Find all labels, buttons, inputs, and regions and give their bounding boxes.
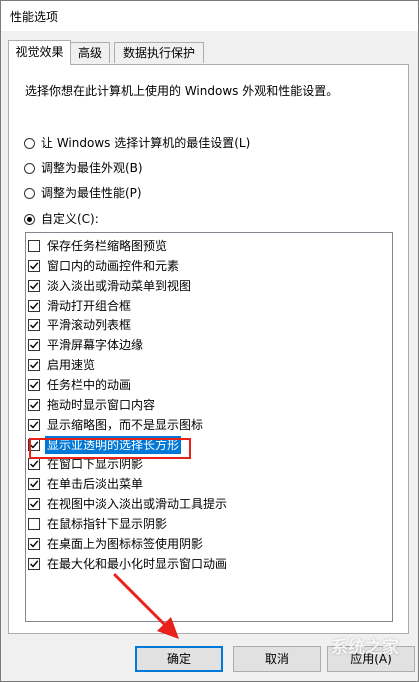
effect-label: 显示亚透明的选择长方形	[45, 435, 182, 454]
effect-item[interactable]: 平滑滚动列表框	[28, 316, 133, 334]
effect-item[interactable]: 平滑屏幕字体边缘	[28, 336, 145, 354]
checkbox[interactable]	[28, 279, 40, 292]
effect-label: 在鼠标指针下显示阴影	[47, 516, 168, 531]
effect-label: 在最大化和最小化时显示窗口动画	[47, 556, 228, 571]
window-title: 性能选项	[10, 10, 59, 24]
checkmark-icon	[30, 480, 39, 488]
effect-item[interactable]: 拖动时显示窗口内容	[28, 396, 157, 414]
effect-label: 淡入淡出或滑动菜单到视图	[47, 278, 192, 293]
checkbox[interactable]	[28, 418, 40, 431]
radio-button[interactable]	[24, 213, 35, 225]
checkbox[interactable]	[28, 378, 40, 391]
checkmark-icon	[30, 282, 39, 290]
checkbox[interactable]	[28, 359, 40, 372]
effect-item[interactable]: 在桌面上为图标标签使用阴影	[28, 535, 205, 553]
radio-custom[interactable]: 自定义(C):	[24, 210, 99, 228]
radio-label: 调整为最佳性能(P)	[41, 186, 142, 200]
effect-label: 在视图中淡入淡出或滑动工具提示	[47, 497, 228, 512]
checkbox[interactable]	[28, 517, 40, 530]
radio-label: 自定义(C):	[41, 212, 99, 226]
effect-label: 平滑滚动列表框	[47, 318, 132, 333]
radio-best-appearance[interactable]: 调整为最佳外观(B)	[24, 159, 143, 177]
checkmark-icon	[30, 321, 39, 329]
checkmark-icon	[30, 500, 39, 508]
checkbox[interactable]	[28, 319, 40, 332]
tab-advanced[interactable]: 高级	[70, 42, 110, 63]
effect-label: 显示缩略图，而不是显示图标	[47, 417, 204, 432]
radio-button[interactable]	[24, 137, 35, 149]
effect-label: 任务栏中的动画	[47, 377, 132, 392]
effect-label: 在窗口下显示阴影	[47, 457, 144, 472]
checkmark-icon	[30, 361, 39, 369]
checkmark-icon	[30, 401, 39, 409]
effect-label: 启用速览	[47, 358, 96, 373]
watermark-logo: 系统之家	[331, 637, 417, 681]
effect-item[interactable]: 窗口内的动画控件和元素	[28, 257, 181, 275]
tab-visual-effects[interactable]: 视觉效果	[8, 40, 71, 65]
effect-item[interactable]: 在鼠标指针下显示阴影	[28, 515, 169, 533]
checkmark-icon	[30, 540, 39, 548]
checkbox[interactable]	[28, 339, 40, 352]
checkbox[interactable]	[28, 240, 40, 252]
effect-label: 在单击后淡出菜单	[47, 477, 144, 492]
effect-item[interactable]: 在视图中淡入淡出或滑动工具提示	[28, 495, 229, 513]
checkbox[interactable]	[28, 557, 40, 570]
checkmark-icon	[30, 460, 39, 468]
checkmark-icon	[30, 440, 39, 449]
radio-button[interactable]	[24, 162, 35, 174]
checkbox[interactable]	[28, 299, 40, 312]
performance-options-dialog: 性能选项 视觉效果 高级 数据执行保护 选择你想在此计算机上使用的 Window…	[0, 0, 419, 682]
effect-item[interactable]: 淡入淡出或滑动菜单到视图	[28, 277, 193, 295]
checkbox[interactable]	[28, 259, 40, 272]
effect-item[interactable]: 在最大化和最小化时显示窗口动画	[28, 555, 229, 573]
watermark-text: 系统之家	[331, 638, 399, 658]
description-text: 选择你想在此计算机上使用的 Windows 外观和性能设置。	[25, 84, 339, 98]
effect-item[interactable]: 任务栏中的动画	[28, 376, 133, 394]
cancel-button[interactable]: 取消	[233, 646, 321, 672]
effect-item[interactable]: 保存任务栏缩略图预览	[28, 237, 169, 255]
checkbox[interactable]	[28, 478, 40, 491]
effect-item[interactable]: 显示缩略图，而不是显示图标	[28, 416, 205, 434]
checkbox[interactable]	[28, 458, 40, 471]
effect-label: 拖动时显示窗口内容	[47, 397, 156, 412]
checkbox[interactable]	[28, 398, 40, 411]
radio-label: 调整为最佳外观(B)	[41, 161, 143, 175]
effect-label: 在桌面上为图标标签使用阴影	[47, 536, 204, 551]
checkmark-icon	[30, 559, 39, 568]
effect-item[interactable]: 滑动打开组合框	[28, 297, 133, 315]
checkbox[interactable]	[28, 537, 40, 550]
effect-label: 窗口内的动画控件和元素	[47, 258, 180, 273]
radio-button[interactable]	[24, 187, 35, 199]
tab-data-execution-prevention[interactable]: 数据执行保护	[114, 42, 204, 63]
effect-label: 保存任务栏缩略图预览	[47, 239, 168, 253]
effect-item[interactable]: 显示亚透明的选择长方形	[28, 435, 182, 454]
visual-effects-list[interactable]: 保存任务栏缩略图预览 窗口内的动画控件和元素 淡入淡出或滑动菜单到视图 滑动打开组合框…	[25, 232, 393, 622]
radio-let-windows-choose[interactable]: 让 Windows 选择计算机的最佳设置(L)	[24, 134, 250, 152]
checkbox[interactable]	[28, 438, 40, 451]
checkmark-icon	[30, 262, 39, 270]
effect-label: 平滑屏幕字体边缘	[47, 338, 144, 353]
checkmark-icon	[30, 301, 39, 310]
title-bar[interactable]: 性能选项	[1, 1, 418, 31]
effect-item[interactable]: 启用速览	[28, 356, 97, 374]
effect-item[interactable]: 在窗口下显示阴影	[28, 455, 145, 473]
ok-button[interactable]: 确定	[135, 646, 223, 672]
checkmark-icon	[30, 420, 39, 429]
checkmark-icon	[30, 341, 39, 349]
checkbox[interactable]	[28, 498, 40, 511]
checkmark-icon	[30, 381, 39, 389]
visual-effects-panel: 选择你想在此计算机上使用的 Windows 外观和性能设置。 让 Windows…	[8, 64, 409, 634]
radio-best-performance[interactable]: 调整为最佳性能(P)	[24, 184, 142, 202]
effect-label: 滑动打开组合框	[47, 298, 132, 313]
effect-item[interactable]: 在单击后淡出菜单	[28, 475, 145, 493]
annotation-arrow-icon	[113, 573, 179, 639]
radio-label: 让 Windows 选择计算机的最佳设置(L)	[41, 136, 251, 150]
